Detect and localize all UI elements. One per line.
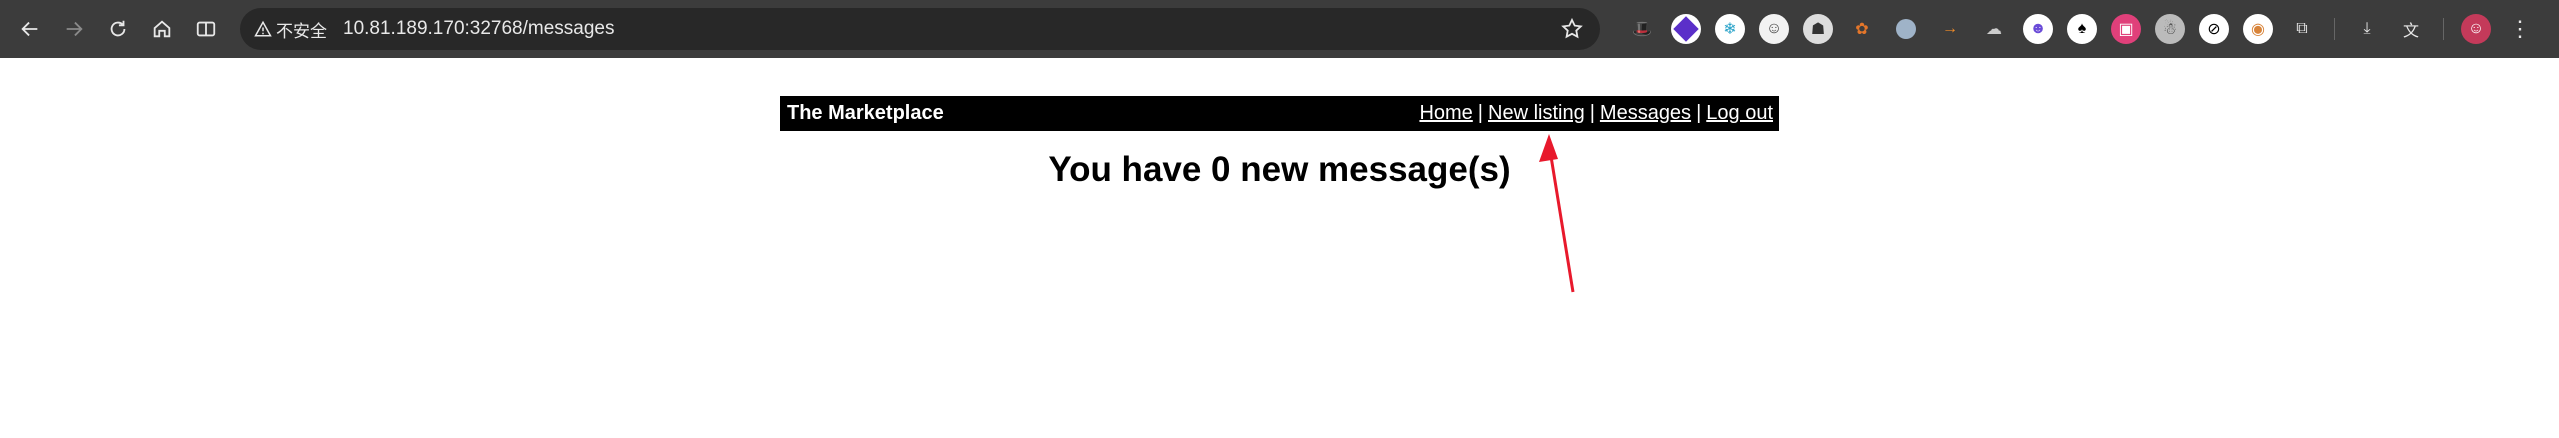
split-view-icon (196, 21, 216, 37)
bookmark-star-icon[interactable] (1560, 17, 1584, 41)
arrow-right-icon[interactable]: → (1935, 14, 1965, 44)
extensions-bar: 🎩 ❄ ☺ ☗ ✿ → ☁ ☻ ♠ ▣ ☃ ⊘ ◉ ⧉ ⤓ 文 ☺ ⋮ (1620, 11, 2542, 47)
home-button[interactable] (144, 11, 180, 47)
reload-button[interactable] (100, 11, 136, 47)
page-heading: You have 0 new message(s) (1048, 150, 1511, 189)
cookie-icon[interactable]: ✿ (1847, 14, 1877, 44)
arrow-left-icon (21, 21, 38, 37)
toolbar-divider (2334, 18, 2335, 40)
site-nav: Home | New listing | Messages | Log out (1419, 102, 1773, 125)
site-header: The Marketplace Home | New listing | Message… (780, 96, 1779, 131)
nav-home-link[interactable]: Home (1419, 102, 1472, 124)
cloud-pause-icon[interactable]: ☁ (1979, 14, 2009, 44)
home-icon (153, 20, 171, 38)
browser-toolbar: 不安全 10.81.189.170:32768/messages 🎩 ❄ ☺ ☗… (0, 0, 2559, 58)
snowflake-icon[interactable]: ❄ (1715, 14, 1745, 44)
cat-icon[interactable]: ☻ (2023, 14, 2053, 44)
url-text[interactable]: 10.81.189.170:32768/messages (343, 18, 615, 40)
warning-icon (254, 20, 272, 37)
translate-icon[interactable]: 文 (2396, 14, 2426, 44)
donut-icon[interactable]: ◉ (2243, 14, 2273, 44)
block-icon[interactable]: ⊘ (2199, 14, 2229, 44)
image-icon[interactable]: ▣ (2111, 14, 2141, 44)
portrait-icon[interactable]: ☃ (2155, 14, 2185, 44)
security-indicator[interactable]: 不安全 (254, 17, 327, 42)
hat-icon[interactable]: 🎩 (1627, 14, 1657, 44)
arrow-right-icon (66, 21, 83, 37)
puzzle-icon[interactable]: ⧉ (2287, 14, 2317, 44)
download-icon[interactable]: ⤓ (2352, 14, 2382, 44)
nav-separator: | (1696, 102, 1702, 124)
nav-separator: | (1589, 102, 1595, 124)
site-brand: The Marketplace (787, 102, 944, 124)
face-icon[interactable]: ☺ (1759, 14, 1789, 44)
ghost-icon[interactable]: ☗ (1803, 14, 1833, 44)
nav-separator: | (1477, 102, 1483, 124)
nav-messages-link[interactable]: Messages (1600, 102, 1691, 124)
security-label: 不安全 (276, 21, 327, 41)
menu-kebab-icon[interactable]: ⋮ (2505, 14, 2535, 44)
back-button[interactable] (12, 11, 48, 47)
forward-button[interactable] (56, 11, 92, 47)
address-bar[interactable]: 不安全 10.81.189.170:32768/messages (240, 8, 1600, 50)
reload-icon (110, 20, 126, 37)
toolbar-divider (2443, 18, 2444, 40)
profile-avatar-icon[interactable]: ☺ (2461, 14, 2491, 44)
layers-icon[interactable] (1671, 14, 1701, 44)
split-view-button[interactable] (188, 11, 224, 47)
circle-icon[interactable] (1891, 14, 1921, 44)
spade-icon[interactable]: ♠ (2067, 14, 2097, 44)
nav-logout-link[interactable]: Log out (1706, 102, 1773, 124)
annotation-arrow (1539, 134, 1575, 293)
